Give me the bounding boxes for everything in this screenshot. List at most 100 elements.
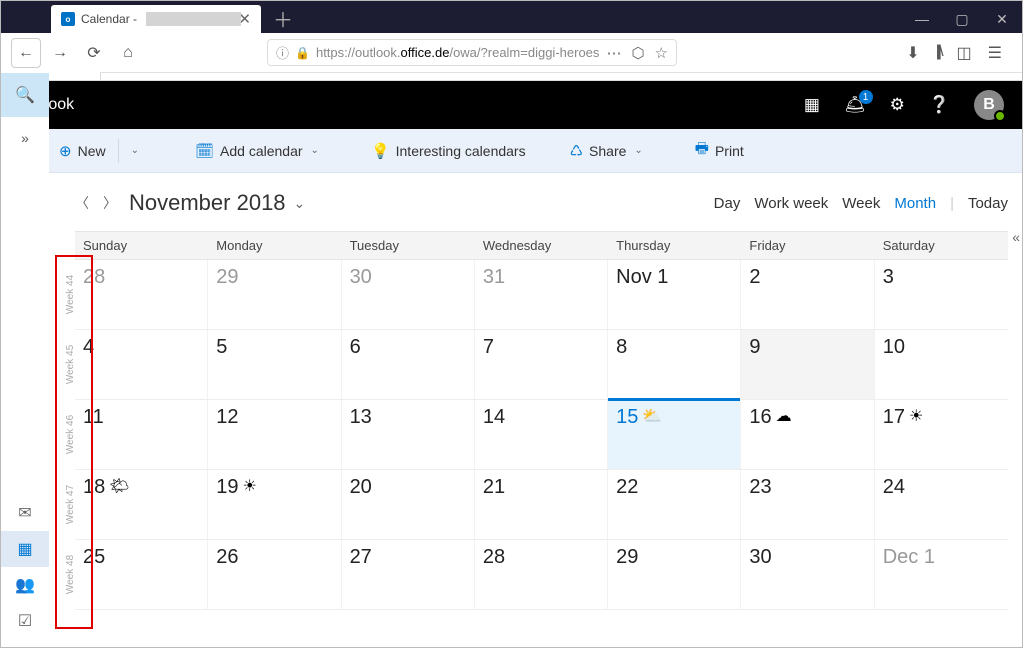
app-launcher-icon[interactable]: ▦ [804, 95, 820, 115]
day-cell[interactable]: 3 [875, 260, 1008, 329]
day-cell[interactable]: 31 [475, 260, 608, 329]
collapse-right-icon[interactable]: « [1012, 229, 1020, 245]
library-icon[interactable]: |||\ [936, 43, 941, 63]
day-cell[interactable]: 24 [875, 470, 1008, 539]
next-month-icon[interactable]: 〉 [103, 193, 117, 213]
weather-icon: ☀ [909, 406, 923, 426]
day-cell[interactable]: Dec 1 [875, 540, 1008, 609]
new-button[interactable]: ⊕ New ⌄ [51, 135, 147, 167]
day-number: 30 [749, 546, 771, 568]
view-today[interactable]: Today [968, 195, 1008, 212]
search-icon[interactable]: 🔍 [1, 73, 49, 117]
print-icon: 🖶 [695, 138, 709, 163]
day-cell[interactable]: 29 [608, 540, 741, 609]
day-cell[interactable]: 17☀ [875, 400, 1008, 469]
day-cell[interactable]: 4 [75, 330, 208, 399]
day-cell[interactable]: 5 [208, 330, 341, 399]
day-cell[interactable]: 20 [342, 470, 475, 539]
day-cell[interactable]: 30 [741, 540, 874, 609]
day-number: 14 [483, 406, 505, 428]
day-number: 13 [350, 406, 372, 428]
day-cell[interactable]: Nov 1 [608, 260, 741, 329]
view-week[interactable]: Week [842, 195, 880, 212]
day-cell[interactable]: 7 [475, 330, 608, 399]
print-button[interactable]: 🖶 Print [687, 134, 752, 167]
help-icon[interactable]: ❔ [929, 95, 950, 115]
info-icon[interactable]: ⓘ [276, 43, 289, 62]
day-number: 29 [216, 266, 238, 288]
new-tab-button[interactable]: ＋ [261, 4, 305, 33]
plus-icon: ⊕ [59, 142, 72, 160]
bookmark-icon[interactable]: ☆ [655, 44, 668, 62]
tab-title-redaction [146, 12, 241, 26]
month-picker[interactable]: November 2018 ⌄ [129, 190, 305, 216]
day-cell[interactable]: 22 [608, 470, 741, 539]
add-calendar-button[interactable]: 🗓 Add calendar ⌄ [187, 138, 327, 164]
day-cell[interactable]: 30 [342, 260, 475, 329]
day-cell[interactable]: 8 [608, 330, 741, 399]
prev-month-icon[interactable]: 〈 [75, 193, 89, 213]
minimize-button[interactable]: — [902, 5, 942, 33]
day-cell[interactable]: 16☁ [741, 400, 874, 469]
download-icon[interactable]: ⬇ [906, 43, 919, 63]
day-cell[interactable]: 6 [342, 330, 475, 399]
reload-button[interactable]: ⟳ [79, 38, 109, 68]
chevron-down-icon: ⌄ [311, 145, 319, 156]
share-button[interactable]: ♺ Share ⌄ [562, 138, 651, 164]
close-window-button[interactable]: ✕ [982, 5, 1022, 33]
browser-tab[interactable]: o Calendar - ✕ [51, 5, 261, 33]
chevron-down-icon[interactable]: ⌄ [131, 145, 139, 156]
home-button[interactable]: ⌂ [113, 38, 143, 68]
day-cell[interactable]: 14 [475, 400, 608, 469]
weather-icon: ☀ [243, 476, 257, 496]
day-cell[interactable]: 28 [475, 540, 608, 609]
day-cell[interactable]: 26 [208, 540, 341, 609]
day-cell[interactable]: 10 [875, 330, 1008, 399]
day-cell[interactable]: 11 [75, 400, 208, 469]
notifications-icon[interactable]: 🛎 1 [844, 95, 866, 115]
back-button[interactable]: ← [11, 38, 41, 68]
separator: | [950, 195, 954, 212]
day-cell[interactable]: 12 [208, 400, 341, 469]
sidebar-toggle-icon[interactable]: ◫ [957, 43, 972, 63]
day-cell[interactable]: 9 [741, 330, 874, 399]
forward-button[interactable]: → [45, 38, 75, 68]
avatar[interactable]: B [974, 90, 1004, 120]
day-cell[interactable]: 28 [75, 260, 208, 329]
day-cell[interactable]: 2 [741, 260, 874, 329]
people-module-icon[interactable]: 👥 [1, 567, 49, 603]
day-cell[interactable]: 29 [208, 260, 341, 329]
day-cell[interactable]: 23 [741, 470, 874, 539]
tab-title: Calendar - [81, 12, 137, 26]
tasks-module-icon[interactable]: ☑ [1, 603, 49, 639]
day-cell[interactable]: 27 [342, 540, 475, 609]
settings-gear-icon[interactable]: ⚙ [890, 95, 905, 115]
print-label: Print [715, 143, 744, 159]
calendar-module-icon[interactable]: ▦ [1, 531, 49, 567]
page-actions-icon[interactable]: ⋯ [606, 44, 621, 62]
day-cell[interactable]: 21 [475, 470, 608, 539]
pocket-icon[interactable]: ⬡ [631, 44, 644, 62]
week-row: 45 678910 [75, 330, 1008, 400]
day-cell[interactable]: 19☀ [208, 470, 341, 539]
week-row: 18🌤19☀2021222324 [75, 470, 1008, 540]
maximize-button[interactable]: ▢ [942, 5, 982, 33]
day-header: Sunday [75, 232, 208, 259]
day-header: Friday [741, 232, 874, 259]
day-cell[interactable]: 25 [75, 540, 208, 609]
mail-module-icon[interactable]: ✉ [1, 495, 49, 531]
menu-icon[interactable]: ☰ [988, 43, 1002, 63]
interesting-calendars-button[interactable]: 💡 Interesting calendars [363, 138, 534, 164]
day-cell[interactable]: 13 [342, 400, 475, 469]
view-day[interactable]: Day [714, 195, 741, 212]
address-bar[interactable]: ⓘ 🔒 https://outlook.office.de/owa/?realm… [267, 39, 677, 66]
day-header: Saturday [875, 232, 1008, 259]
view-workweek[interactable]: Work week [754, 195, 828, 212]
day-number: Dec 1 [883, 546, 935, 568]
day-cell[interactable]: 18🌤 [75, 470, 208, 539]
day-number: 3 [883, 266, 894, 288]
day-number: 5 [216, 336, 227, 358]
view-month[interactable]: Month [894, 195, 936, 212]
expand-pane-icon[interactable]: » [1, 117, 49, 159]
day-cell[interactable]: 15⛅ [608, 400, 741, 469]
